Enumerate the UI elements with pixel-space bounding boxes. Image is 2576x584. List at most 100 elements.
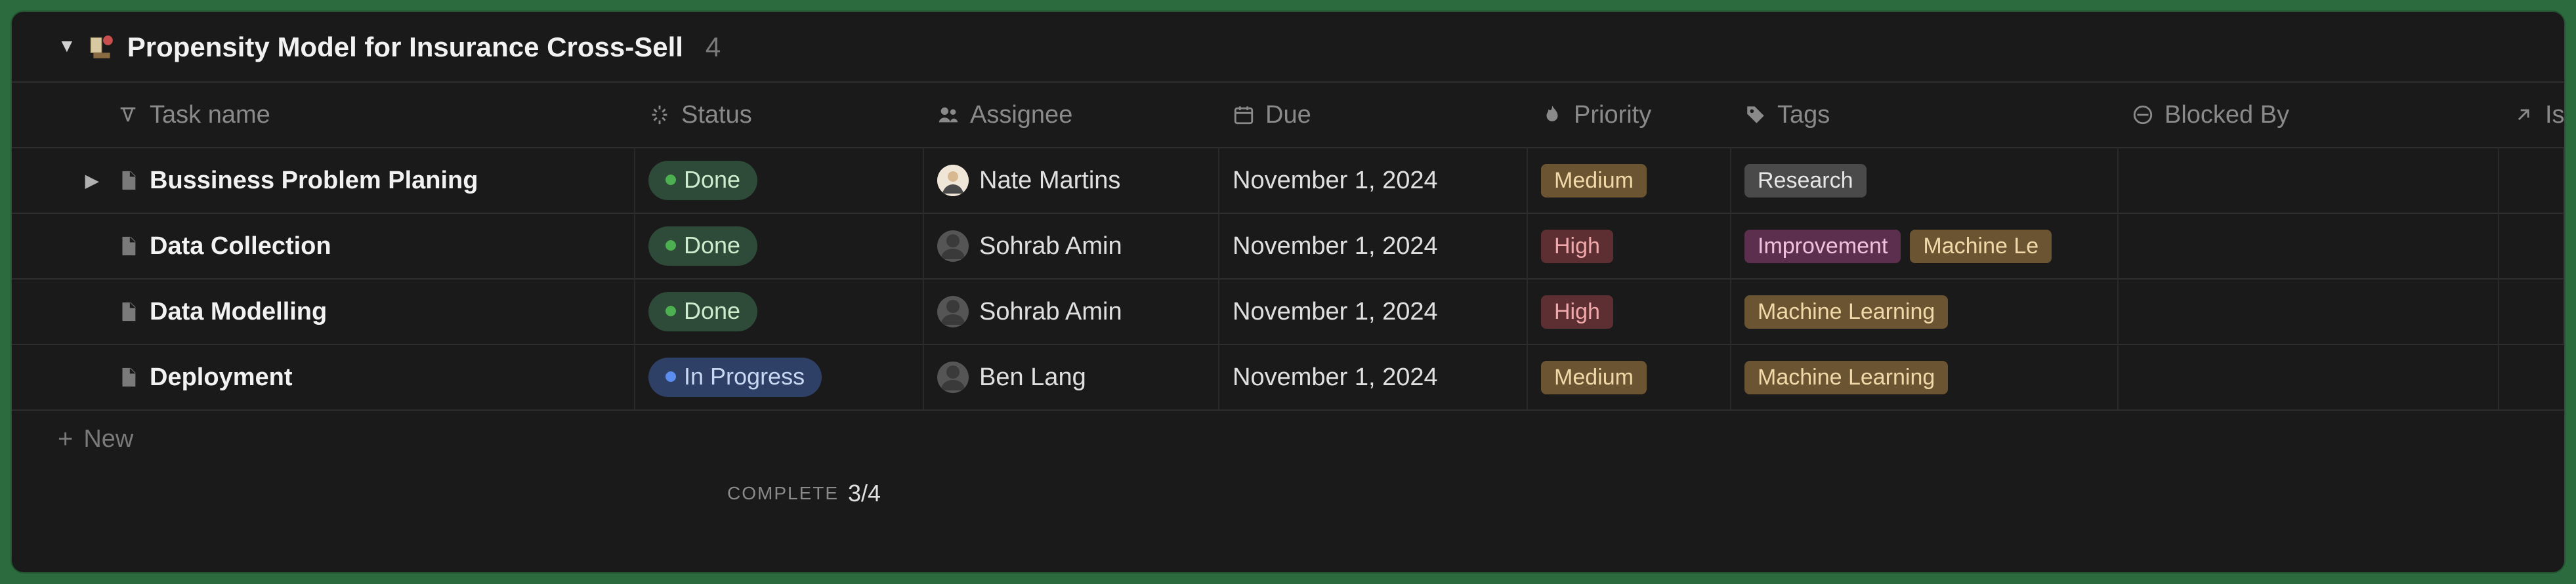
task-name-cell[interactable]: ▶ Bussiness Problem Planing [12, 147, 635, 213]
assignee-cell[interactable]: Sohrab Amin [924, 213, 1219, 278]
due-date: November 1, 2024 [1233, 298, 1438, 326]
is-cell[interactable] [2499, 147, 2564, 213]
avatar [937, 230, 969, 262]
due-cell[interactable]: November 1, 2024 [1219, 278, 1528, 344]
tags-cell[interactable]: Machine Learning [1731, 278, 2119, 344]
new-row-label: New [83, 425, 133, 453]
task-name: Deployment [150, 364, 292, 392]
status-label: Done [684, 297, 740, 325]
tags-cell[interactable]: Research [1731, 147, 2119, 213]
due-date: November 1, 2024 [1233, 167, 1438, 195]
blocked-by-cell[interactable] [2119, 278, 2499, 344]
avatar [937, 165, 969, 196]
table: Task name Status Assignee Due Priority T… [12, 81, 2564, 409]
priority-tag: Medium [1541, 361, 1647, 394]
status-dot-icon [665, 371, 676, 382]
expand-row-icon[interactable]: ▶ [85, 171, 98, 191]
assignee-name: Nate Martins [979, 167, 1120, 195]
tag: Machine Learning [1744, 295, 1948, 329]
priority-tag: Medium [1541, 164, 1647, 198]
tag-icon [1744, 104, 1767, 126]
task-name-cell[interactable]: Deployment [12, 344, 635, 409]
column-header-task[interactable]: Task name [12, 81, 635, 147]
group-count: 4 [706, 31, 721, 63]
task-name: Bussiness Problem Planing [150, 167, 478, 195]
assignee-cell[interactable]: Sohrab Amin [924, 278, 1219, 344]
page-icon [117, 301, 139, 323]
column-header-blocked[interactable]: Blocked By [2119, 81, 2499, 147]
status-pill: Done [648, 161, 757, 200]
column-header-status[interactable]: Status [635, 81, 924, 147]
status-label: Done [684, 166, 740, 194]
page-icon [117, 169, 139, 192]
status-cell[interactable]: Done [635, 213, 924, 278]
blocked-icon [2132, 104, 2154, 126]
task-name-cell[interactable]: Data Modelling [12, 278, 635, 344]
avatar [937, 362, 969, 393]
priority-cell[interactable]: High [1528, 278, 1731, 344]
due-cell[interactable]: November 1, 2024 [1219, 344, 1528, 409]
blocked-by-cell[interactable] [2119, 147, 2499, 213]
column-header-tags[interactable]: Tags [1731, 81, 2119, 147]
tag: Improvement [1744, 230, 1901, 263]
is-cell[interactable] [2499, 344, 2564, 409]
assignee-cell[interactable]: Nate Martins [924, 147, 1219, 213]
priority-cell[interactable]: Medium [1528, 344, 1731, 409]
blocked-by-cell[interactable] [2119, 344, 2499, 409]
priority-tag: High [1541, 295, 1613, 329]
new-row-button[interactable]: + New [12, 409, 2564, 467]
assignee-name: Ben Lang [979, 364, 1086, 392]
due-date: November 1, 2024 [1233, 364, 1438, 392]
blocked-by-cell[interactable] [2119, 213, 2499, 278]
status-dot-icon [665, 306, 676, 316]
status-cell[interactable]: Done [635, 147, 924, 213]
assignee-name: Sohrab Amin [979, 232, 1122, 261]
task-name: Data Collection [150, 232, 331, 261]
column-header-assignee[interactable]: Assignee [924, 81, 1219, 147]
status-dot-icon [665, 240, 676, 251]
group-title: Propensity Model for Insurance Cross-Sel… [127, 31, 683, 63]
tag: Research [1744, 164, 1867, 198]
priority-cell[interactable]: Medium [1528, 147, 1731, 213]
is-cell[interactable] [2499, 213, 2564, 278]
status-pill: Done [648, 226, 757, 266]
status-cell[interactable]: Done [635, 278, 924, 344]
tag: Machine Learning [1744, 361, 1948, 394]
status-label: Done [684, 232, 740, 259]
assignee-name: Sohrab Amin [979, 298, 1122, 326]
tags-cell[interactable]: Improvement Machine Le [1731, 213, 2119, 278]
footer-label: Complete [727, 483, 839, 504]
project-emoji-icon [88, 33, 116, 61]
assignee-cell[interactable]: Ben Lang [924, 344, 1219, 409]
footer-fraction: 3/4 [848, 480, 881, 507]
group-header[interactable]: ▼ Propensity Model for Insurance Cross-S… [12, 12, 2564, 81]
is-cell[interactable] [2499, 278, 2564, 344]
database-panel: ▼ Propensity Model for Insurance Cross-S… [12, 12, 2564, 572]
tag: Machine Le [1910, 230, 2052, 263]
status-dot-icon [665, 175, 676, 185]
column-header-priority[interactable]: Priority [1528, 81, 1731, 147]
status-spinner-icon [648, 104, 671, 126]
priority-tag: High [1541, 230, 1613, 263]
people-icon [937, 104, 960, 126]
status-cell[interactable]: In Progress [635, 344, 924, 409]
plus-icon: + [58, 426, 73, 452]
page-icon [117, 235, 139, 257]
table-footer: Complete 3/4 [12, 467, 2564, 520]
task-name: Data Modelling [150, 298, 327, 326]
text-type-icon [117, 104, 139, 126]
collapse-triangle-icon[interactable]: ▼ [58, 35, 76, 56]
status-label: In Progress [684, 363, 805, 390]
priority-cell[interactable]: High [1528, 213, 1731, 278]
calendar-icon [1233, 104, 1255, 126]
column-header-due[interactable]: Due [1219, 81, 1528, 147]
column-header-is[interactable]: Is [2499, 81, 2564, 147]
avatar [937, 296, 969, 327]
due-date: November 1, 2024 [1233, 232, 1438, 261]
tags-cell[interactable]: Machine Learning [1731, 344, 2119, 409]
flame-icon [1541, 104, 1563, 126]
task-name-cell[interactable]: Data Collection [12, 213, 635, 278]
due-cell[interactable]: November 1, 2024 [1219, 147, 1528, 213]
due-cell[interactable]: November 1, 2024 [1219, 213, 1528, 278]
status-pill: In Progress [648, 358, 822, 397]
